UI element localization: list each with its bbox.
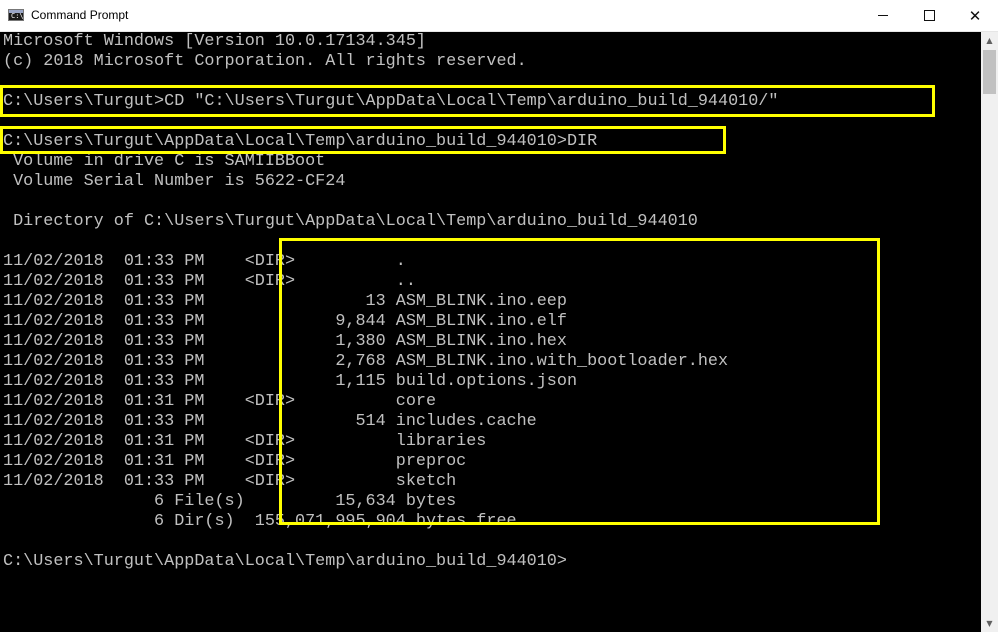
icon-glyph: C:\	[11, 12, 24, 20]
scroll-down-arrow-icon[interactable]: ▼	[981, 615, 998, 632]
close-button[interactable]: ✕	[952, 0, 998, 31]
dir-command-highlight	[0, 126, 726, 154]
scrollbar-thumb[interactable]	[983, 50, 996, 94]
maximize-button[interactable]	[906, 0, 952, 31]
console-line: C:\Users\Turgut\AppData\Local\Temp\ardui…	[3, 552, 567, 571]
maximize-icon	[923, 10, 935, 21]
title-bar[interactable]: C:\ Command Prompt ✕	[0, 0, 998, 32]
command-prompt-icon: C:\	[8, 9, 24, 21]
cd-command-highlight	[0, 85, 935, 117]
file-list-highlight	[279, 238, 880, 525]
console-line: (c) 2018 Microsoft Corporation. All righ…	[3, 52, 527, 71]
console-line: Volume Serial Number is 5622-CF24	[3, 172, 346, 191]
console-line: Volume in drive C is SAMIIBBoot	[3, 152, 326, 171]
close-icon: ✕	[968, 6, 982, 25]
window-title: Command Prompt	[31, 8, 129, 22]
scroll-up-arrow-icon[interactable]: ▲	[981, 32, 998, 49]
console-line: Microsoft Windows [Version 10.0.17134.34…	[3, 32, 426, 51]
minimize-button[interactable]	[860, 0, 906, 31]
console-line: Directory of C:\Users\Turgut\AppData\Loc…	[3, 212, 698, 231]
console-output[interactable]: Microsoft Windows [Version 10.0.17134.34…	[0, 32, 981, 632]
vertical-scrollbar[interactable]: ▲ ▼	[981, 32, 998, 632]
minimize-icon	[878, 15, 888, 16]
